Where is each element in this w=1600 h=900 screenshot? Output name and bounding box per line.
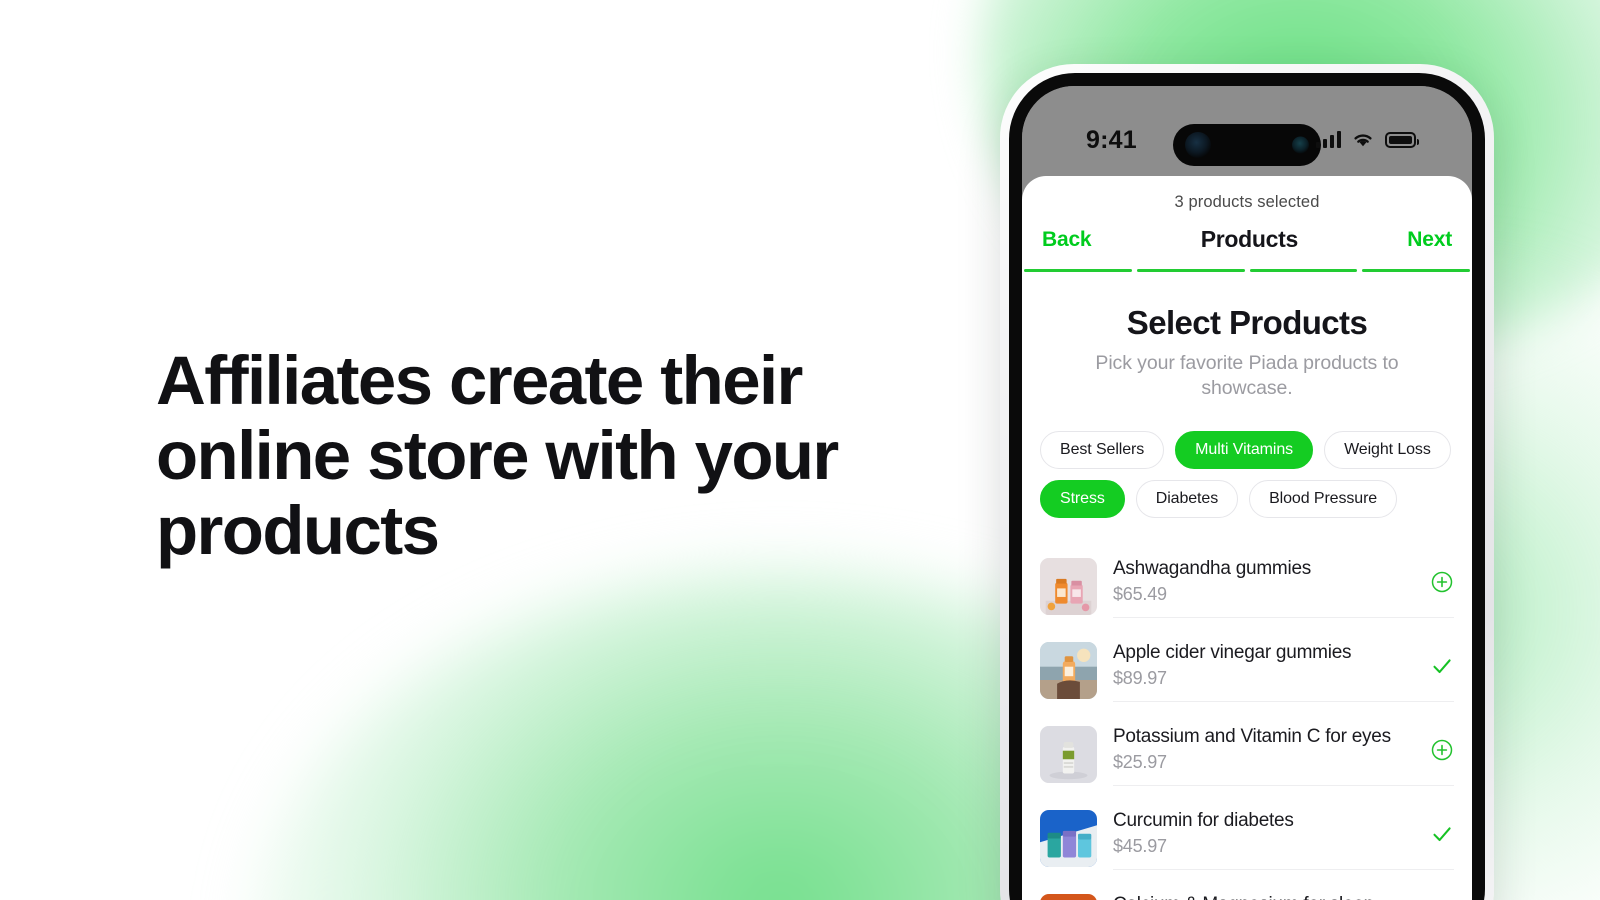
product-info: Potassium and Vitamin C for eyes $25.97	[1113, 722, 1454, 787]
battery-icon	[1385, 131, 1419, 148]
wifi-icon	[1354, 134, 1372, 147]
category-chip-blood-pressure[interactable]: Blood Pressure	[1249, 480, 1398, 519]
product-info: Ashwagandha gummies $65.49	[1113, 554, 1454, 619]
status-bar-indicators	[1316, 131, 1419, 148]
product-texts: Ashwagandha gummies $65.49	[1113, 558, 1311, 605]
category-chip-weight-loss[interactable]: Weight Loss	[1324, 431, 1451, 470]
back-button[interactable]: Back	[1042, 228, 1092, 252]
product-texts: Calcium & Magnesium for sleep$79.99	[1113, 894, 1374, 900]
status-bar-time: 9:41	[1086, 126, 1137, 154]
category-chip-multi-vitamins[interactable]: Multi Vitamins	[1175, 431, 1314, 470]
next-button[interactable]: Next	[1407, 228, 1452, 252]
section-title: Select Products	[1126, 303, 1368, 341]
product-thumbnail	[1040, 893, 1097, 900]
product-list: Ashwagandha gummies $65.49 Apple cider vin…	[1022, 518, 1472, 900]
page-headline: Affiliates create their online store wit…	[156, 343, 856, 569]
product-thumbnail	[1040, 557, 1097, 615]
product-thumbnail	[1040, 725, 1097, 783]
phone-mockup: 9:41 3 products selected Back Products N…	[1000, 64, 1494, 900]
headline-line-3: products	[156, 492, 440, 570]
product-texts: Potassium and Vitamin C for eyes $25.97	[1113, 726, 1391, 773]
product-row[interactable]: Curcumin for diabetes $45.97	[1040, 796, 1454, 880]
headline-line-1: Affiliates create their	[156, 342, 803, 419]
section-subtitle: Pick your favorite Piada products to sho…	[1095, 351, 1399, 399]
product-name: Calcium & Magnesium for sleep	[1113, 894, 1374, 900]
product-row[interactable]: Ashwagandha gummies $65.49	[1040, 544, 1454, 628]
product-name: Ashwagandha gummies	[1113, 558, 1312, 580]
plus-circle-icon[interactable]	[1430, 738, 1454, 762]
product-name: Potassium and Vitamin C for eyes	[1113, 726, 1391, 748]
product-price: $45.97	[1113, 836, 1167, 857]
headline-line-2: online store with your	[156, 417, 839, 495]
product-price: $25.97	[1113, 752, 1167, 773]
category-chip-diabetes[interactable]: Diabetes	[1135, 480, 1239, 519]
plus-circle-icon[interactable]	[1430, 570, 1454, 594]
progress-segment-4	[1362, 269, 1470, 272]
product-row[interactable]: Apple cider vinegar gummies $89.97	[1040, 628, 1454, 712]
section-header: Select Products Pick your favorite Piada…	[1022, 272, 1472, 402]
product-price: $65.49	[1113, 584, 1167, 605]
check-icon[interactable]	[1430, 822, 1454, 846]
phone-screen: 9:41 3 products selected Back Products N…	[1022, 86, 1472, 900]
product-row[interactable]: Potassium and Vitamin C for eyes $25.97	[1040, 712, 1454, 796]
app-navbar: Back Products Next	[1022, 212, 1472, 269]
status-bar: 9:41	[1022, 86, 1472, 176]
signal-bars-icon	[1316, 131, 1341, 148]
app-content-sheet: 3 products selected Back Products Next S…	[1022, 176, 1472, 900]
face-id-sensor-icon	[1292, 136, 1309, 154]
product-texts: Apple cider vinegar gummies $89.97	[1113, 642, 1351, 689]
category-filter-chips: Best Sellers Multi Vitamins Weight Loss Str…	[1022, 401, 1472, 519]
product-thumbnail	[1040, 641, 1097, 699]
product-name: Apple cider vinegar gummies	[1113, 642, 1352, 664]
category-chip-stress[interactable]: Stress	[1040, 480, 1125, 519]
progress-segment-3	[1249, 269, 1358, 272]
product-name: Curcumin for diabetes	[1113, 810, 1294, 832]
front-camera-icon	[1185, 132, 1211, 158]
dynamic-island	[1173, 124, 1321, 166]
product-price: $89.97	[1113, 668, 1167, 689]
product-info: Apple cider vinegar gummies $89.97	[1113, 638, 1454, 703]
selected-count-label: 3 products selected	[1174, 193, 1320, 211]
screenshot-root: Affiliates create their online store wit…	[0, 0, 1600, 900]
product-info: Curcumin for diabetes $45.97	[1113, 806, 1454, 871]
page-title: Products	[1200, 226, 1299, 252]
product-info: Calcium & Magnesium for sleep$79.99	[1113, 890, 1454, 900]
progress-segment-1	[1024, 269, 1132, 272]
product-row[interactable]: Calcium & Magnesium for sleep$79.99	[1040, 880, 1454, 900]
category-chip-best-sellers[interactable]: Best Sellers	[1040, 431, 1165, 470]
product-texts: Curcumin for diabetes $45.97	[1113, 810, 1294, 857]
check-icon[interactable]	[1430, 654, 1454, 678]
progress-segment-2	[1136, 269, 1245, 272]
product-thumbnail	[1040, 809, 1097, 867]
